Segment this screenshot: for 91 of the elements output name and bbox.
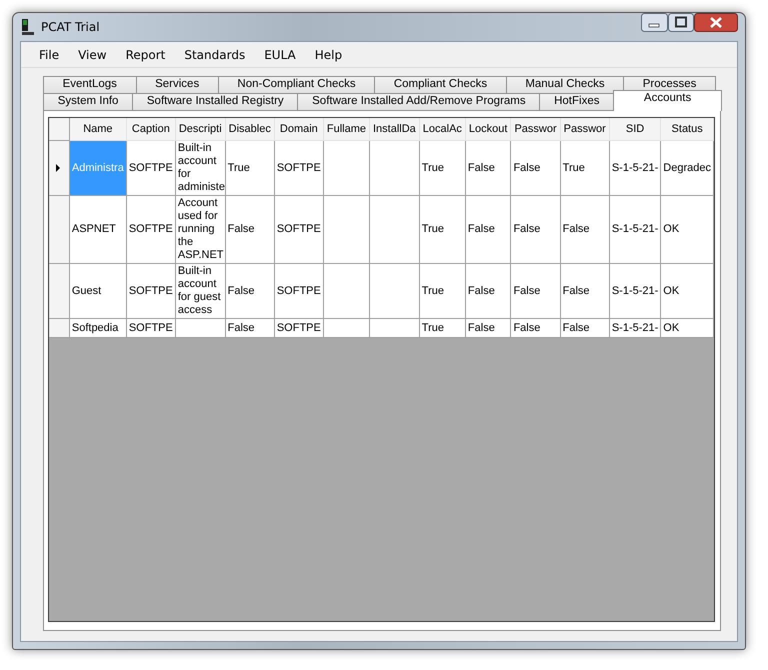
row-header[interactable] xyxy=(50,264,70,318)
table-cell: True xyxy=(419,264,466,318)
column-header[interactable]: Passwor xyxy=(560,118,610,140)
menu-item[interactable]: Report xyxy=(118,46,172,64)
tab[interactable]: System Info xyxy=(43,93,134,110)
table-cell xyxy=(175,318,226,338)
table-cell: False xyxy=(225,196,274,264)
column-header[interactable]: InstallDa xyxy=(369,118,420,140)
table-cell: Guest xyxy=(69,264,126,318)
tab[interactable]: Services xyxy=(136,76,219,93)
table-cell: SOFTPE xyxy=(126,140,176,196)
table-cell: SOFTPE xyxy=(126,264,176,318)
minimize-button[interactable] xyxy=(641,13,668,32)
table-cell xyxy=(369,140,420,196)
table-cell: False xyxy=(510,318,560,338)
table-cell: OK xyxy=(660,264,714,318)
tab[interactable]: HotFixes xyxy=(539,93,614,110)
table-cell: SOFTPE xyxy=(126,196,176,264)
menu-item[interactable]: File xyxy=(32,46,66,64)
table-cell xyxy=(323,196,370,264)
row-header[interactable] xyxy=(50,318,70,338)
table-cell: False xyxy=(510,264,560,318)
column-header[interactable]: SID xyxy=(609,118,661,140)
row-header[interactable] xyxy=(50,196,70,264)
table-cell xyxy=(323,140,370,196)
table-cell: True xyxy=(225,140,274,196)
table-cell: True xyxy=(419,196,466,264)
app-icon xyxy=(21,18,35,36)
column-header[interactable]: Descripti xyxy=(175,118,226,140)
table-cell: SOFTPE xyxy=(274,196,324,264)
current-row-icon xyxy=(56,164,60,172)
menu-item[interactable]: View xyxy=(71,46,114,64)
tab[interactable]: EventLogs xyxy=(43,76,137,93)
table-cell: False xyxy=(465,318,511,338)
table-cell: S-1-5-21- xyxy=(609,264,661,318)
column-header[interactable]: Name xyxy=(69,118,126,140)
table-cell: Softpedia xyxy=(69,318,126,338)
table-cell: False xyxy=(510,140,560,196)
table-cell: False xyxy=(560,196,610,264)
table-cell: S-1-5-21- xyxy=(609,140,661,196)
maximize-button[interactable] xyxy=(668,13,694,32)
table-cell: S-1-5-21- xyxy=(609,196,661,264)
table-cell: False xyxy=(465,264,511,318)
table-cell xyxy=(369,318,420,338)
table-cell: False xyxy=(225,318,274,338)
table-cell: S-1-5-21- xyxy=(609,318,661,338)
tab[interactable]: Software Installed Registry xyxy=(132,93,298,110)
table-cell xyxy=(369,264,420,318)
table-cell: False xyxy=(560,318,610,338)
tab[interactable]: Software Installed Add/Remove Programs xyxy=(297,93,540,110)
table-cell: True xyxy=(419,318,466,338)
table-cell: OK xyxy=(660,196,714,264)
table-cell: Built-in account for guest access xyxy=(175,264,226,318)
close-button[interactable] xyxy=(694,13,738,32)
table-cell: False xyxy=(560,264,610,318)
table-cell: Built-in account for administe xyxy=(175,140,226,196)
table-cell: SOFTPE xyxy=(126,318,176,338)
menu-item[interactable]: EULA xyxy=(257,46,303,64)
column-header[interactable]: Lockout xyxy=(465,118,511,140)
column-header[interactable]: Passwor xyxy=(510,118,560,140)
column-header[interactable]: Disablec xyxy=(225,118,274,140)
table-cell: Degradec xyxy=(660,140,714,196)
column-header[interactable]: Domain xyxy=(274,118,324,140)
column-header[interactable]: Fullame xyxy=(323,118,370,140)
table-cell: SOFTPE xyxy=(274,140,324,196)
table-cell: False xyxy=(465,196,511,264)
table-cell: True xyxy=(419,140,466,196)
table-cell: False xyxy=(510,196,560,264)
table-cell: False xyxy=(225,264,274,318)
tab[interactable]: Accounts xyxy=(613,90,722,111)
menu-item[interactable]: Help xyxy=(308,46,350,64)
tab[interactable]: Compliant Checks xyxy=(374,76,507,93)
column-header[interactable]: LocalAc xyxy=(419,118,466,140)
table-cell: Account used for running the ASP.NET xyxy=(175,196,226,264)
row-header[interactable] xyxy=(50,140,70,196)
table-cell: Administra xyxy=(69,140,126,196)
menu-item[interactable]: Standards xyxy=(177,46,252,64)
table-cell xyxy=(369,196,420,264)
table-cell: ASPNET xyxy=(69,196,126,264)
tab[interactable]: Manual Checks xyxy=(506,76,624,93)
table-cell: True xyxy=(560,140,610,196)
column-header[interactable]: Caption xyxy=(126,118,176,140)
table-cell: SOFTPE xyxy=(274,318,324,338)
table-cell: OK xyxy=(660,318,714,338)
table-cell xyxy=(323,264,370,318)
window-title: PCAT Trial xyxy=(41,20,101,34)
table-cell: SOFTPE xyxy=(274,264,324,318)
table-cell: False xyxy=(465,140,511,196)
tab[interactable]: Non-Compliant Checks xyxy=(218,76,376,93)
column-header[interactable]: Status xyxy=(660,118,714,140)
table-cell xyxy=(323,318,370,338)
